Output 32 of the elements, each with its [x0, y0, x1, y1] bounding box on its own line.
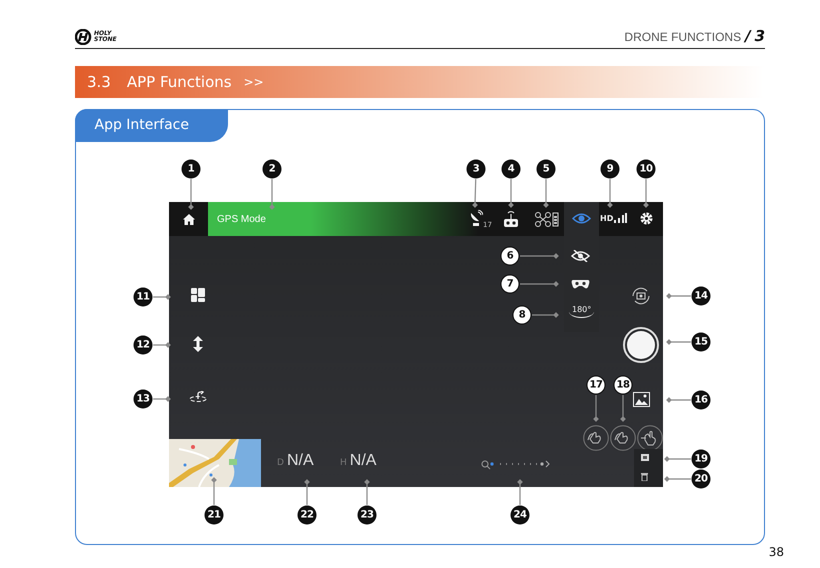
callout-number: 3 — [466, 160, 486, 178]
distance-label: D — [277, 458, 284, 468]
callout-number: 13 — [134, 390, 152, 408]
callout-number: 24 — [510, 506, 530, 524]
callout-number: 2 — [262, 160, 282, 178]
callout-number: 5 — [536, 160, 556, 178]
callout-number: 22 — [298, 506, 316, 524]
page-number: 38 — [768, 545, 784, 559]
height-value: N/A — [350, 452, 376, 470]
callout-number: 23 — [358, 506, 376, 524]
callout-number: 14 — [692, 286, 710, 306]
callout-number: 21 — [204, 506, 224, 524]
callout-number: 4 — [502, 160, 520, 178]
callout-number: 11 — [134, 288, 152, 306]
callout-number: 16 — [692, 390, 710, 410]
callout-number: 1 — [182, 160, 200, 178]
callout-number: 12 — [134, 336, 152, 354]
chevrons: >> — [244, 75, 264, 89]
callout-number: 15 — [692, 332, 710, 352]
section-title: APP Functions — [126, 73, 232, 91]
callout-number: 10 — [636, 160, 656, 178]
height-label: H — [340, 458, 347, 468]
panorama-button[interactable]: 180° — [569, 305, 594, 318]
separator: / — [745, 27, 751, 45]
callout-number: 19 — [692, 450, 710, 468]
callout-number: 20 — [692, 470, 710, 488]
distance-value: N/A — [286, 452, 314, 470]
chapter-title: DRONE FUNCTIONS — [624, 30, 742, 44]
section-number: 3.3 — [87, 73, 111, 91]
chapter-number: 3 — [754, 27, 765, 45]
hd-label: HD — [600, 214, 614, 222]
callout-number: 9 — [600, 160, 620, 178]
